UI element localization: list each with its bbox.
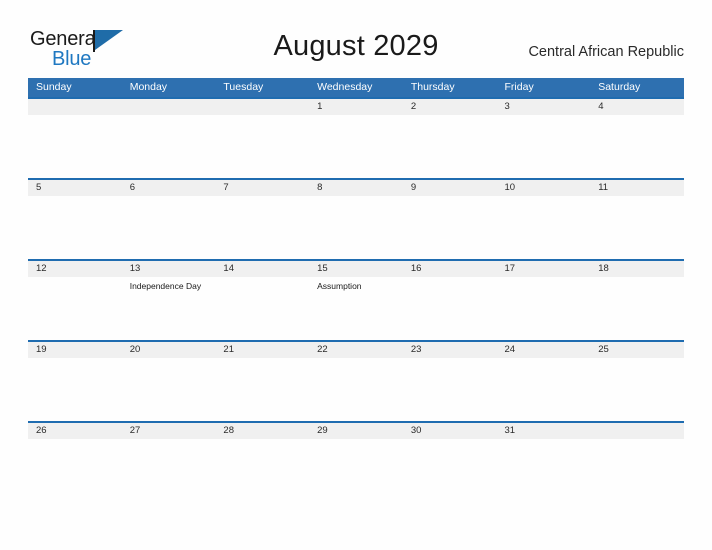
day-cell[interactable]: 18 xyxy=(590,261,684,340)
day-number: 16 xyxy=(410,263,422,274)
country-label: Central African Republic xyxy=(528,44,684,60)
day-cell[interactable]: 5 xyxy=(28,180,122,259)
week-row: 19 20 21 22 23 24 25 xyxy=(28,340,684,421)
day-cell[interactable]: 19 xyxy=(28,342,122,421)
day-number: 19 xyxy=(36,344,47,355)
day-number: 10 xyxy=(504,182,516,193)
day-number: 14 xyxy=(223,263,234,274)
day-number: 6 xyxy=(129,182,135,193)
day-number: 7 xyxy=(223,182,229,193)
holiday-label: Independence Day xyxy=(129,281,202,291)
day-cell[interactable]: 13 Independence Day xyxy=(122,261,216,340)
day-number: 27 xyxy=(129,425,141,436)
day-number: 13 xyxy=(129,263,141,274)
day-number: 9 xyxy=(410,182,417,193)
day-cell[interactable]: 21 xyxy=(215,342,309,421)
day-cell[interactable]: 15 Assumption xyxy=(309,261,403,340)
calendar-page: General Blue August 2029 Central African… xyxy=(0,0,712,550)
day-number: 28 xyxy=(223,425,234,436)
day-number: 23 xyxy=(410,344,422,355)
day-number: 4 xyxy=(598,101,604,112)
dow-monday: Monday xyxy=(129,81,168,93)
day-cell[interactable]: 23 xyxy=(403,342,497,421)
day-of-week-header-row: Sunday Monday Tuesday Wednesday Thursday… xyxy=(28,78,684,97)
day-cell[interactable]: 12 xyxy=(28,261,122,340)
day-cell[interactable]: 14 xyxy=(215,261,309,340)
week-row: 1 2 3 4 xyxy=(28,97,684,178)
dow-wednesday: Wednesday xyxy=(317,81,373,93)
day-number: 31 xyxy=(504,425,516,436)
day-cell[interactable] xyxy=(122,99,216,178)
page-header: General Blue August 2029 Central African… xyxy=(0,0,712,78)
day-cell[interactable]: 27 xyxy=(122,423,216,502)
day-cell[interactable]: 24 xyxy=(497,342,591,421)
week-row: 12 13 Independence Day 14 15 Assumption … xyxy=(28,259,684,340)
day-number: 15 xyxy=(317,263,328,274)
day-cell[interactable]: 11 xyxy=(590,180,684,259)
week-row: 5 6 7 8 9 10 11 xyxy=(28,178,684,259)
dow-sunday: Sunday xyxy=(36,81,72,93)
day-cell[interactable]: 4 xyxy=(590,99,684,178)
day-cell[interactable]: 6 xyxy=(122,180,216,259)
day-number: 26 xyxy=(36,425,47,436)
day-number: 24 xyxy=(504,344,516,355)
day-number: 5 xyxy=(36,182,42,193)
day-number: 18 xyxy=(598,263,609,274)
day-cell[interactable]: 20 xyxy=(122,342,216,421)
day-cell[interactable] xyxy=(590,423,684,502)
dow-tuesday: Tuesday xyxy=(223,81,264,93)
day-number: 30 xyxy=(410,425,422,436)
day-cell[interactable]: 26 xyxy=(28,423,122,502)
day-number: 8 xyxy=(317,182,323,193)
day-cell[interactable]: 30 xyxy=(403,423,497,502)
day-number: 17 xyxy=(504,263,516,274)
dow-friday: Friday xyxy=(504,81,534,93)
calendar-grid: Sunday Monday Tuesday Wednesday Thursday… xyxy=(28,78,684,502)
day-number: 2 xyxy=(410,101,417,112)
day-cell[interactable]: 9 xyxy=(403,180,497,259)
dow-saturday: Saturday xyxy=(598,81,641,93)
day-number: 3 xyxy=(504,101,510,112)
day-number: 11 xyxy=(598,182,609,193)
day-number: 12 xyxy=(36,263,47,274)
week-row: 26 27 28 29 30 31 xyxy=(28,421,684,502)
day-cell[interactable]: 22 xyxy=(309,342,403,421)
day-cell[interactable]: 25 xyxy=(590,342,684,421)
day-number: 20 xyxy=(129,344,141,355)
day-cell[interactable]: 17 xyxy=(497,261,591,340)
day-cell[interactable] xyxy=(215,99,309,178)
day-number: 29 xyxy=(317,425,328,436)
day-number: 22 xyxy=(317,344,328,355)
day-cell[interactable]: 16 xyxy=(403,261,497,340)
day-cell[interactable]: 10 xyxy=(497,180,591,259)
day-number: 1 xyxy=(317,101,323,112)
day-number: 25 xyxy=(598,344,609,355)
dow-thursday: Thursday xyxy=(410,81,455,93)
day-cell[interactable]: 1 xyxy=(309,99,403,178)
day-cell[interactable] xyxy=(28,99,122,178)
day-cell[interactable]: 7 xyxy=(215,180,309,259)
day-cell[interactable]: 2 xyxy=(403,99,497,178)
day-cell[interactable]: 31 xyxy=(497,423,591,502)
day-cell[interactable]: 29 xyxy=(309,423,403,502)
day-cell[interactable]: 8 xyxy=(309,180,403,259)
day-cell[interactable]: 28 xyxy=(215,423,309,502)
day-cell[interactable]: 3 xyxy=(497,99,591,178)
day-number: 21 xyxy=(223,344,234,355)
holiday-label: Assumption xyxy=(317,281,362,291)
